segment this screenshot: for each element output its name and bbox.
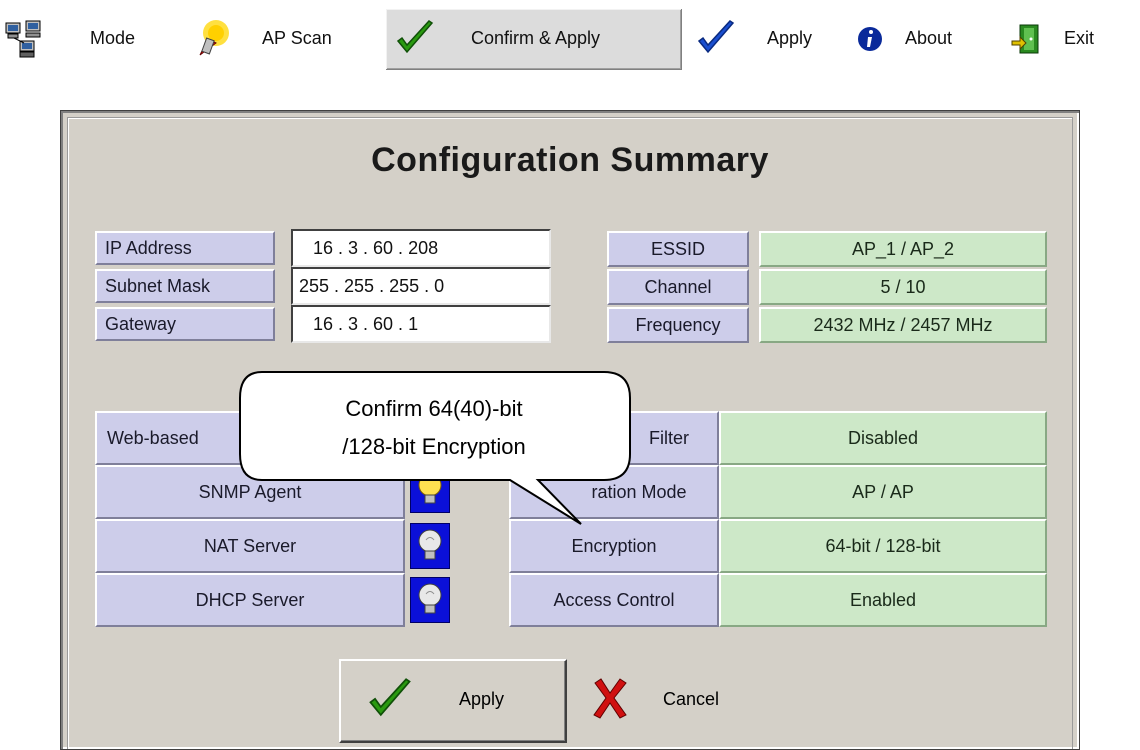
apply-toolbar-label: Apply bbox=[767, 28, 813, 48]
gateway-label: Gateway bbox=[95, 307, 275, 341]
cancel-button[interactable]: Cancel bbox=[581, 659, 821, 743]
ap-scan-label: AP Scan bbox=[262, 28, 332, 48]
toolbar: Mode AP Scan Confirm & Apply Apply About bbox=[0, 8, 1140, 70]
callout-line-2: /128-bit Encryption bbox=[342, 434, 526, 459]
exit-button[interactable]: Exit bbox=[1010, 8, 1140, 70]
essid-value: AP_1 / AP_2 bbox=[759, 231, 1047, 267]
apply-button[interactable]: Apply bbox=[339, 659, 567, 743]
exit-door-icon bbox=[1011, 24, 1039, 54]
operation-mode-value: AP / AP bbox=[719, 465, 1047, 519]
frequency-label: Frequency bbox=[607, 307, 749, 343]
mode-label: Mode bbox=[90, 28, 136, 48]
dhcp-status-bulb bbox=[410, 577, 450, 623]
ap-scan-button[interactable]: AP Scan bbox=[190, 8, 380, 70]
channel-label: Channel bbox=[607, 269, 749, 305]
gateway-field[interactable]: 16 . 3 . 60 . 1 bbox=[291, 305, 551, 343]
mode-button[interactable]: Mode bbox=[0, 8, 150, 70]
callout-line-1: Confirm 64(40)-bit bbox=[345, 396, 523, 421]
green-check-icon bbox=[396, 20, 434, 54]
about-button[interactable]: About bbox=[850, 8, 980, 70]
access-control-label: Access Control bbox=[509, 573, 719, 627]
subnet-mask-label: Subnet Mask bbox=[95, 269, 275, 303]
dhcp-server-label: DHCP Server bbox=[95, 573, 405, 627]
confirm-apply-label: Confirm & Apply bbox=[471, 28, 601, 48]
apply-button-label: Apply bbox=[459, 689, 505, 709]
radar-scan-icon bbox=[199, 20, 229, 56]
lightbulb-off-icon bbox=[418, 529, 442, 560]
apply-toolbar-button[interactable]: Apply bbox=[690, 8, 840, 70]
network-computers-icon bbox=[5, 20, 41, 58]
ip-address-label: IP Address bbox=[95, 231, 275, 265]
blue-check-icon bbox=[697, 20, 735, 54]
access-control-value: Enabled bbox=[719, 573, 1047, 627]
ip-address-field[interactable]: 16 . 3 . 60 . 208 bbox=[291, 229, 551, 267]
subnet-mask-field[interactable]: 255 . 255 . 255 . 0 bbox=[291, 267, 551, 305]
channel-value: 5 / 10 bbox=[759, 269, 1047, 305]
confirm-apply-button[interactable]: Confirm & Apply bbox=[385, 8, 682, 70]
encryption-value: 64-bit / 128-bit bbox=[719, 519, 1047, 573]
exit-label: Exit bbox=[1064, 28, 1095, 48]
callout-text: Confirm 64(40)-bit /128-bit Encryption bbox=[238, 390, 630, 466]
green-check-icon bbox=[369, 678, 411, 717]
red-x-icon bbox=[593, 678, 627, 719]
dialog-title: Configuration Summary bbox=[371, 141, 769, 179]
essid-label: ESSID bbox=[607, 231, 749, 267]
about-label: About bbox=[905, 28, 953, 48]
info-icon bbox=[858, 27, 882, 51]
lightbulb-off-icon bbox=[418, 583, 442, 614]
filter-value: Disabled bbox=[719, 411, 1047, 465]
cancel-button-label: Cancel bbox=[663, 689, 720, 709]
frequency-value: 2432 MHz / 2457 MHz bbox=[759, 307, 1047, 343]
